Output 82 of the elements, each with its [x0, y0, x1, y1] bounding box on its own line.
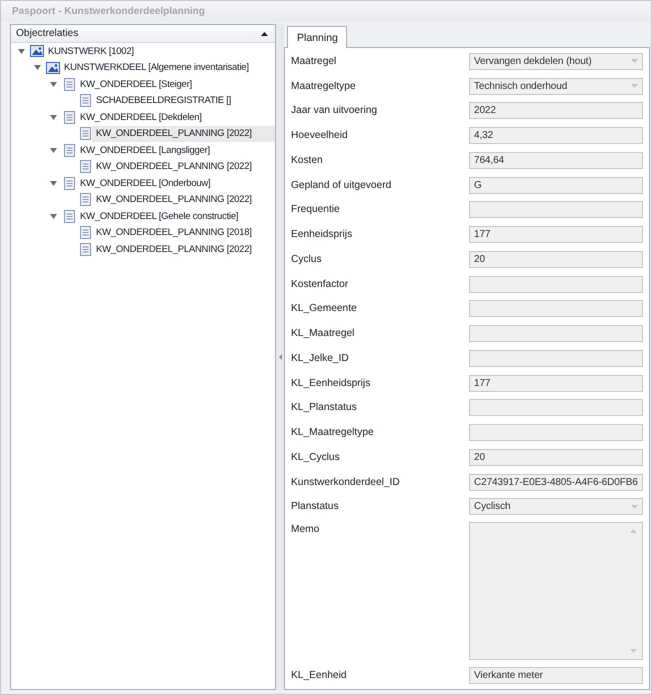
text-field[interactable]: 2022 [469, 102, 643, 120]
caret-down-icon[interactable] [50, 214, 56, 219]
scroll-down-icon[interactable] [630, 649, 637, 654]
memo-field[interactable] [469, 522, 643, 660]
caret-down-icon[interactable] [50, 148, 56, 153]
document-icon [80, 193, 90, 206]
tree-item[interactable]: SCHADEBEELDREGISTRATIE [] [92, 92, 275, 109]
text-field[interactable]: C2743917-E0E3-4805-A4F6-6D0FB6 [469, 474, 643, 491]
document-icon [80, 226, 90, 240]
tree-item[interactable]: KW_ONDERDEEL [Onderbouw] [76, 175, 275, 192]
document-icon [80, 160, 90, 174]
field-label: KL_Eenheid [291, 670, 348, 681]
text-field[interactable] [469, 399, 643, 416]
tree-item[interactable]: KW_ONDERDEEL_PLANNING [2022] [92, 126, 275, 142]
text-field[interactable] [469, 300, 643, 318]
field-label: KL_Jelke_ID [291, 352, 350, 364]
tree-item[interactable]: KW_ONDERDEEL_PLANNING [2022] [92, 158, 275, 175]
caret-down-icon[interactable] [50, 180, 56, 186]
tree-item[interactable]: KW_ONDERDEEL_PLANNING [2022] [92, 241, 275, 258]
caret-left-icon[interactable] [278, 354, 282, 360]
tree-item[interactable]: KW_ONDERDEEL [Steiger] [76, 76, 275, 92]
field-label: KL_Eenheidsprijs [291, 378, 372, 389]
field-label: Planstatus [291, 501, 340, 512]
caret-up-icon[interactable] [261, 32, 268, 36]
tree-item[interactable]: KUNSTWERK [1002] [44, 43, 275, 60]
field-label: Maatregeltype [291, 80, 357, 92]
document-icon [80, 242, 90, 256]
tree-item[interactable]: KUNSTWERKDEEL [Algemene inventarisatie] [60, 60, 275, 76]
field-label: KL_Planstatus [291, 402, 358, 414]
field-label: Kunstwerkonderdeel_ID [291, 476, 401, 488]
text-field[interactable] [469, 276, 643, 293]
text-field[interactable] [469, 424, 643, 442]
document-icon [80, 94, 90, 108]
field-label: Frequentie [291, 204, 341, 216]
document-icon [80, 127, 90, 140]
text-field[interactable]: Vierkante meter [469, 666, 643, 684]
panel-title: Objectrelaties [16, 28, 78, 39]
tree-item[interactable]: KW_ONDERDEEL [Dekdelen] [76, 109, 275, 126]
document-icon [64, 176, 74, 190]
text-field[interactable]: 4,32 [469, 127, 643, 144]
document-icon [64, 144, 74, 157]
scroll-up-icon[interactable] [630, 529, 637, 534]
field-label: Kostenfactor [291, 278, 350, 290]
image-icon [30, 45, 44, 58]
dropdown-field[interactable]: Vervangen dekdelen (hout) [469, 52, 643, 70]
field-label: Maatregel [291, 56, 338, 67]
field-label: KL_Maatregeltype [291, 427, 375, 438]
field-label: Hoeveelheid [291, 130, 349, 142]
tree-item[interactable]: KW_ONDERDEEL [Langsligger] [76, 142, 275, 158]
field-label: KL_Gemeente [291, 303, 358, 314]
field-label: Kosten [291, 154, 324, 166]
field-label: Cyclus [291, 254, 323, 265]
document-icon [64, 78, 74, 91]
field-label: Gepland of uitgevoerd [291, 180, 392, 191]
field-label: Eenheidsprijs [291, 229, 354, 240]
text-field[interactable]: 177 [469, 226, 643, 244]
text-field[interactable] [469, 325, 643, 342]
tab[interactable]: Planning [287, 26, 347, 48]
field-label: KL_Maatregel [291, 328, 356, 340]
text-field[interactable]: 20 [469, 448, 643, 466]
caret-down-icon[interactable] [50, 114, 56, 120]
text-field[interactable]: G [469, 176, 643, 194]
field-label: Memo [291, 524, 320, 536]
text-field[interactable]: 764,64 [469, 152, 643, 169]
document-icon [64, 210, 74, 223]
text-field[interactable] [469, 350, 643, 367]
tree-item[interactable]: KW_ONDERDEEL_PLANNING [2022] [92, 192, 275, 208]
text-field[interactable]: 20 [469, 250, 643, 268]
field-label: Jaar van uitvoering [291, 105, 378, 116]
text-field[interactable] [469, 201, 643, 218]
caret-down-icon[interactable] [50, 82, 56, 87]
tree-item[interactable]: KW_ONDERDEEL [Gehele constructie] [76, 208, 275, 224]
document-icon [64, 110, 74, 124]
caret-down-icon[interactable] [34, 65, 40, 70]
dropdown-field[interactable]: Technisch onderhoud [469, 78, 643, 95]
field-label: KL_Cyclus [291, 452, 341, 463]
dropdown-field[interactable]: Cyclisch [469, 498, 643, 516]
window-title: Paspoort - Kunstwerkonderdeelplanning [12, 6, 205, 17]
text-field[interactable]: 177 [469, 374, 643, 392]
image-icon [46, 62, 60, 74]
caret-down-icon[interactable] [18, 48, 24, 54]
tree-item[interactable]: KW_ONDERDEEL_PLANNING [2018] [92, 224, 275, 241]
